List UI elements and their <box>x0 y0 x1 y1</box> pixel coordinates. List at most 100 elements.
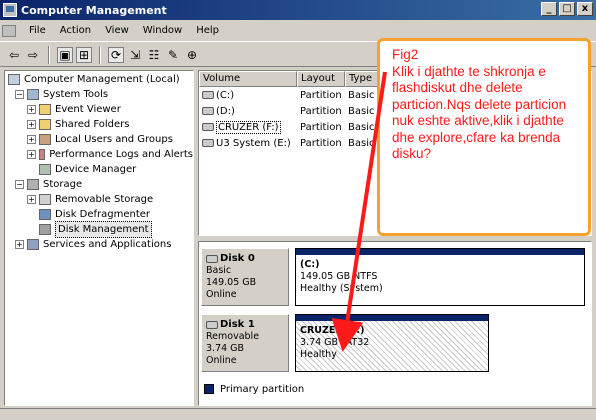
forward-icon[interactable]: ⇨ <box>25 47 41 63</box>
annotation-title: Fig2 <box>392 47 419 62</box>
tree-item-system-tools[interactable]: − System Tools <box>5 87 193 102</box>
expand-icon[interactable]: + <box>27 120 36 129</box>
properties-icon[interactable]: ☷ <box>146 47 162 63</box>
device-manager-icon <box>39 164 51 175</box>
computer-management-icon <box>3 3 17 17</box>
partition-health: Healthy <box>300 349 337 360</box>
status-bar <box>0 408 596 420</box>
export-icon[interactable]: ⇲ <box>127 47 143 63</box>
help-icon[interactable]: ✎ <box>165 47 181 63</box>
partition-size: 3.74 GB FAT32 <box>300 337 370 348</box>
disk-status: Online <box>206 355 237 366</box>
disk-kind: Basic <box>206 265 232 276</box>
disk-0-info[interactable]: Disk 0 Basic 149.05 GB Online <box>201 248 289 306</box>
tree-item-disk-defragmenter[interactable]: Disk Defragmenter <box>5 207 193 222</box>
tree-item-label: Performance Logs and Alerts <box>49 149 193 160</box>
disk-1-info[interactable]: Disk 1 Removable 3.74 GB Online <box>201 314 289 372</box>
menu-action[interactable]: Action <box>53 25 98 36</box>
zoom-in-icon[interactable]: ⊕ <box>184 47 200 63</box>
drive-icon <box>202 123 214 131</box>
expand-icon[interactable]: + <box>15 240 24 249</box>
menu-help[interactable]: Help <box>189 25 226 36</box>
expand-icon[interactable]: + <box>27 135 36 144</box>
tree-item-label: Device Manager <box>55 164 137 175</box>
volume-layout: Partition <box>300 89 342 101</box>
tree-item-device-manager[interactable]: Device Manager <box>5 162 193 177</box>
performance-icon <box>38 149 46 160</box>
show-hide-tree-icon[interactable]: ⊞ <box>76 46 92 63</box>
tree-item-computer-management[interactable]: Computer Management (Local) <box>5 72 193 87</box>
collapse-icon[interactable]: − <box>15 90 24 99</box>
volume-name: CRUZER (F:) <box>216 120 281 134</box>
close-button[interactable]: x <box>577 2 593 16</box>
primary-partition-bar <box>296 249 584 255</box>
users-icon <box>39 134 51 145</box>
menu-file[interactable]: File <box>22 25 53 36</box>
services-icon <box>27 239 39 250</box>
volume-layout: Partition <box>300 121 342 133</box>
tree-item-removable-storage[interactable]: + Removable Storage <box>5 192 193 207</box>
disk-kind: Removable <box>206 331 260 342</box>
partition-cruzer[interactable]: CRUZER (F:) 3.74 GB FAT32 Healthy <box>295 314 489 372</box>
tree-item-label: Shared Folders <box>55 119 130 130</box>
annotation-text: Klik i djathte te shkronja e flashdiskut… <box>392 63 570 162</box>
tree-item-label: Computer Management (Local) <box>24 74 180 85</box>
tree-item-services-and-applications[interactable]: + Services and Applications <box>5 237 193 252</box>
tree-item-disk-management[interactable]: Disk Management <box>5 221 193 238</box>
defragmenter-icon <box>39 209 51 220</box>
tree-item-local-users-and-groups[interactable]: + Local Users and Groups <box>5 132 193 147</box>
tree-item-label: System Tools <box>43 89 109 100</box>
collapse-icon[interactable]: − <box>15 180 24 189</box>
volume-layout: Partition <box>300 137 342 149</box>
expand-icon[interactable]: + <box>27 195 36 204</box>
mmc-console-icon[interactable] <box>2 24 16 37</box>
tree-item-event-viewer[interactable]: + Event Viewer <box>5 102 193 117</box>
disk-size: 3.74 GB <box>206 343 245 354</box>
toolbar-separator <box>99 45 101 64</box>
maximize-button[interactable]: □ <box>559 2 575 16</box>
volume-name: U3 System (E:) <box>216 137 291 149</box>
partition-c[interactable]: (C:) 149.05 GB NTFS Healthy (System) <box>295 248 585 306</box>
legend: Primary partition <box>200 380 590 398</box>
tree-item-label: Disk Defragmenter <box>55 209 151 220</box>
storage-icon <box>27 179 39 190</box>
shared-folders-icon <box>39 119 51 130</box>
disk-name: Disk 0 <box>220 253 255 264</box>
disk-size: 149.05 GB <box>206 277 257 288</box>
tree-item-label: Disk Management <box>55 221 152 238</box>
drive-icon <box>202 91 214 99</box>
tree-item-label: Removable Storage <box>55 194 154 205</box>
tree-item-label: Storage <box>43 179 83 190</box>
primary-partition-swatch <box>204 384 214 394</box>
tree-item-label: Local Users and Groups <box>55 134 173 145</box>
drive-icon <box>202 107 214 115</box>
menu-view[interactable]: View <box>98 25 136 36</box>
minimize-button[interactable]: _ <box>541 2 557 16</box>
refresh-icon[interactable]: ⟳ <box>108 46 124 63</box>
partition-health: Healthy (System) <box>300 283 383 294</box>
partition-size: 149.05 GB NTFS <box>300 271 378 282</box>
volume-layout: Partition <box>300 105 342 117</box>
toolbar-separator <box>48 45 50 64</box>
annotation-box: Fig2 Klik i djathte te shkronja e flashd… <box>377 38 591 236</box>
tree-item-storage[interactable]: − Storage <box>5 177 193 192</box>
column-header-volume[interactable]: Volume <box>199 71 297 87</box>
tree-item-shared-folders[interactable]: + Shared Folders <box>5 117 193 132</box>
title-bar: Computer Management _ □ x <box>0 0 596 20</box>
menu-window[interactable]: Window <box>136 25 189 36</box>
volume-name: (C:) <box>216 89 235 101</box>
primary-partition-bar <box>296 315 488 321</box>
partition-name: (C:) <box>300 259 320 270</box>
disk-management-icon <box>39 224 51 235</box>
back-icon[interactable]: ⇦ <box>6 47 22 63</box>
legend-label: Primary partition <box>220 383 305 395</box>
tree-item-label: Services and Applications <box>43 239 172 250</box>
system-tools-icon <box>27 89 39 100</box>
tree-item-performance-logs[interactable]: + Performance Logs and Alerts <box>5 147 193 162</box>
drive-icon <box>202 139 214 147</box>
window-title: Computer Management <box>21 3 167 17</box>
column-header-layout[interactable]: Layout <box>297 71 345 87</box>
expand-icon[interactable]: + <box>27 105 36 114</box>
expand-icon[interactable]: + <box>27 150 36 159</box>
up-icon[interactable]: ▣ <box>57 46 73 63</box>
